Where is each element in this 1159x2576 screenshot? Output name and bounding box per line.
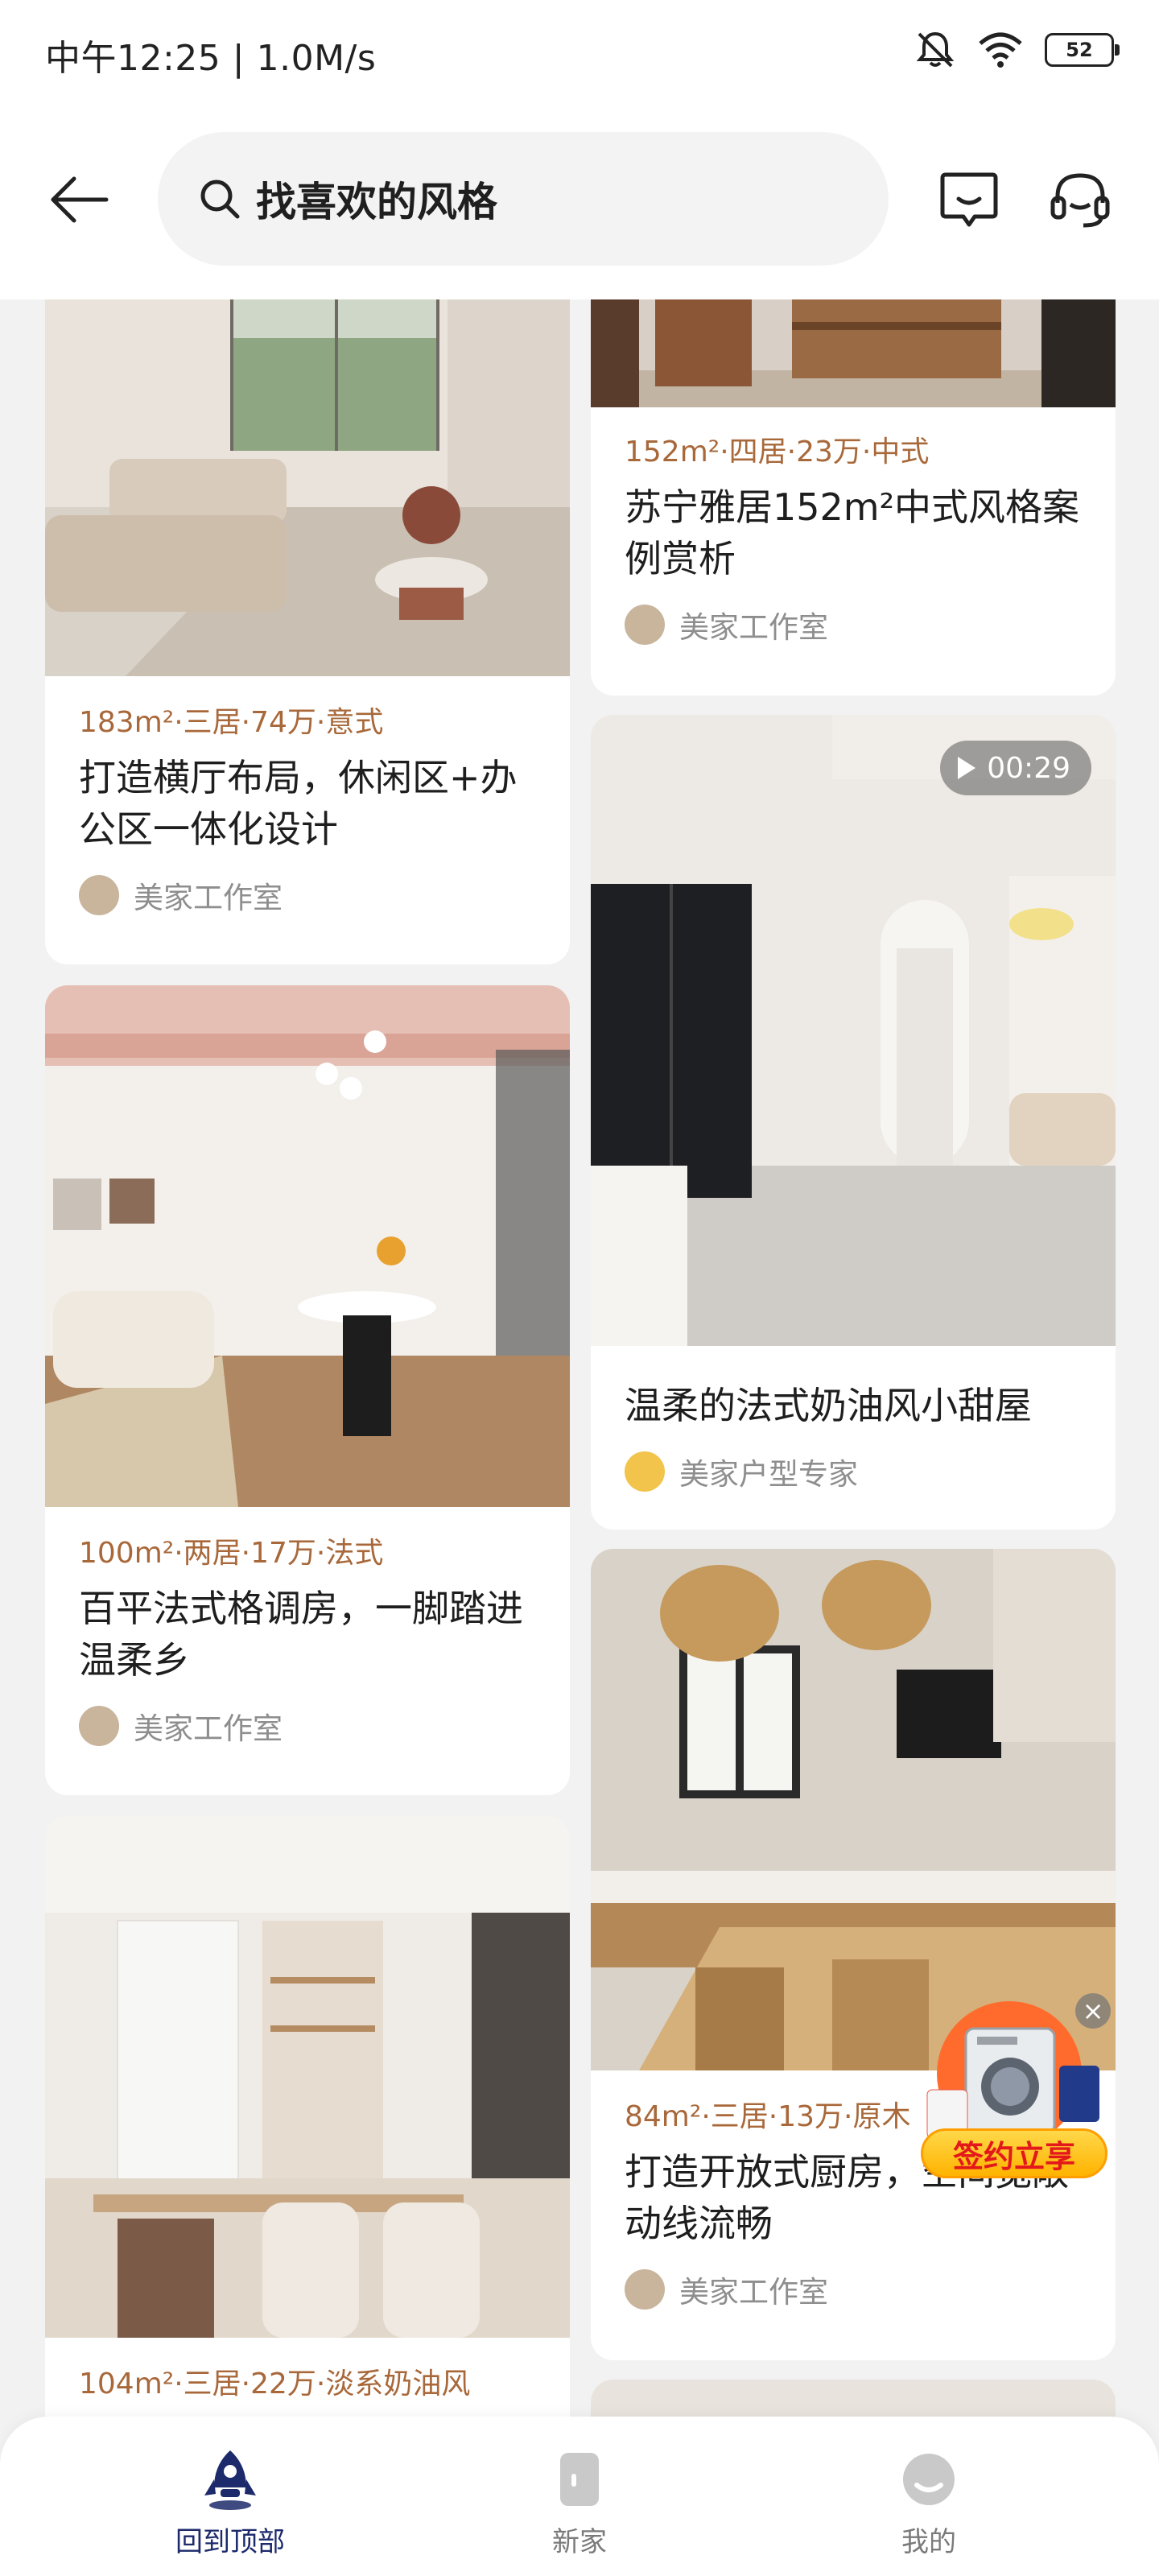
nav-label: 我的 [901,2526,956,2558]
promo-close-button[interactable]: × [1075,1993,1111,2029]
bottom-nav: 回到顶部 新家 我的 [0,2417,1159,2576]
nav-new-home[interactable]: 新家 [499,2447,660,2560]
nav-back-to-top[interactable]: 回到顶部 [150,2447,311,2560]
author-name: 美家工作室 [134,881,283,915]
case-card[interactable]: 100m²·两居·17万·法式 百平法式格调房，一脚踏进温柔乡 美家工作室 [45,985,570,1795]
promo-float[interactable]: × 签约立享 [921,1993,1114,2178]
author-name: 美家工作室 [679,610,828,645]
video-card[interactable]: 00:29 温柔的法式奶油风小甜屋 美家户型专家 [591,715,1116,1530]
door-icon [560,2453,599,2506]
search-input[interactable]: 找喜欢的风格 [158,132,889,266]
author-name: 美家工作室 [134,1711,283,1746]
card-meta: 104m²·三居·22万·淡系奶油风 [79,2368,471,2401]
author-avatar [625,605,665,645]
card-author[interactable]: 美家工作室 [625,602,1082,647]
feed: 183m²·三居·74万·意式 打造横厅布局，休闲区+办公区一体化设计 美家工作… [0,0,1159,2576]
card-image [45,985,570,1507]
card-image: 00:29 [591,715,1116,1346]
case-card[interactable]: 183m²·三居·74万·意式 打造横厅布局，休闲区+办公区一体化设计 美家工作… [45,242,570,964]
video-duration-badge: 00:29 [940,741,1091,795]
card-author[interactable]: 美家工作室 [79,873,536,918]
case-card[interactable]: 84m²·三居·13万·原木 打造开放式厨房，空间宽敞动线流畅 美家工作室 [591,1549,1116,2360]
search-text: 找喜欢的风格 [256,179,497,225]
nav-label: 回到顶部 [175,2526,285,2558]
card-image [45,242,570,676]
card-image [591,1549,1116,2070]
status-bar: 中午12:25 | 1.0M/s 52 [0,0,1159,100]
card-author[interactable]: 美家工作室 [625,2267,1082,2312]
rocket-icon [204,2450,256,2510]
play-icon [958,757,976,779]
author-avatar [79,1706,119,1746]
author-name: 美家工作室 [679,2275,828,2310]
card-title: 百平法式格调房，一脚踏进温柔乡 [79,1587,523,1682]
author-name: 美家户型专家 [679,1457,858,1492]
card-meta: 183m²·三居·74万·意式 [79,706,384,739]
card-title: 温柔的法式奶油风小甜屋 [625,1384,1032,1427]
arrow-left-icon [51,176,109,223]
card-meta: 152m²·四居·23万·中式 [625,436,930,469]
customer-service-button[interactable] [1045,164,1116,235]
card-author[interactable]: 美家户型专家 [625,1449,1082,1494]
card-meta: 100m²·两居·17万·法式 [79,1537,384,1570]
nav-profile[interactable]: 我的 [848,2447,1009,2560]
video-duration: 00:29 [987,751,1070,785]
headset-icon [1050,173,1110,228]
card-image [45,1816,570,2338]
battery-icon: 52 [1045,33,1120,67]
case-card[interactable]: 104m²·三居·22万·淡系奶油风 [45,1816,570,2460]
nav-label: 新家 [552,2526,607,2558]
status-icons: 52 [914,29,1120,71]
message-icon [940,172,998,227]
profile-icon [903,2454,955,2505]
author-avatar [625,2269,665,2310]
bell-muted-icon [916,31,955,68]
promo-label[interactable]: 签约立享 [921,2128,1107,2178]
author-avatar [625,1451,665,1492]
card-title: 苏宁雅居152m²中式风格案例赏析 [625,485,1080,580]
case-card[interactable]: 152m²·四居·23万·中式 苏宁雅居152m²中式风格案例赏析 美家工作室 [591,242,1116,696]
card-title: 打造横厅布局，休闲区+办公区一体化设计 [79,756,518,851]
wifi-icon [979,32,1022,68]
status-time: 中午12:25 | 1.0M/s [45,38,377,79]
message-button[interactable] [934,164,1004,235]
back-button[interactable] [45,166,113,233]
top-header: 找喜欢的风格 [0,100,1159,299]
search-icon [200,180,240,219]
card-author[interactable]: 美家工作室 [79,1703,536,1748]
author-avatar [79,875,119,915]
